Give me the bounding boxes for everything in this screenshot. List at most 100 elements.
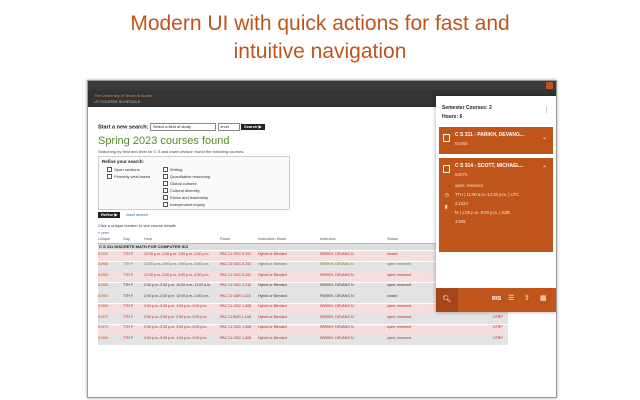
checkbox[interactable]	[107, 174, 112, 180]
copy-icon[interactable]	[443, 165, 450, 173]
checkbox[interactable]	[163, 195, 168, 201]
site-logo[interactable]: The University of Texas at Austin	[94, 93, 152, 98]
cell-hour: 12:30 p.m.-2:00 p.m. 2:00 p.m.-3:00 p.m.	[144, 262, 210, 266]
refine-option[interactable]: Writing	[163, 167, 182, 173]
col-room: Room	[220, 237, 231, 241]
col-mode: Instruction Mode	[258, 237, 287, 241]
copy-icon[interactable]	[443, 134, 450, 142]
trash-icon[interactable]: ▮	[445, 204, 447, 210]
checkbox[interactable]	[107, 167, 112, 173]
cell-unique[interactable]: 51970	[98, 315, 108, 319]
cell-room: PAC 21 GDC 2.210	[220, 283, 252, 287]
course-card[interactable]: C S 311 - PARIKH, DEVANG... 51950 ⌄	[439, 127, 553, 154]
cell-day: TTH F	[123, 335, 134, 340]
cell-room: PAC 21 GAR 3.116	[220, 293, 251, 298]
checkbox[interactable]	[163, 202, 168, 208]
cell-day: TTH F	[123, 251, 134, 256]
cell-unique[interactable]: 51980	[98, 336, 108, 340]
cell-flag: UTRP	[493, 314, 503, 319]
refine-option[interactable]: Ethics and leadership	[163, 195, 208, 201]
cell-mode: Hybrid or Blended	[258, 325, 287, 329]
cell-instructor: PARIKH, DEVANG N	[320, 262, 354, 266]
cell-unique[interactable]: 51940	[98, 252, 108, 256]
cell-day: TTH F	[123, 314, 134, 319]
card-room-1: 2.102A	[455, 201, 469, 206]
cell-instructor: PARIKH, DEVANG N	[320, 325, 354, 329]
level-select[interactable]: level	[217, 123, 240, 131]
col-day: Day	[123, 237, 130, 241]
cell-unique[interactable]: 51955	[98, 283, 108, 287]
export-icon[interactable]: ⇪	[524, 295, 530, 303]
refine-option[interactable]: Cultural diversity	[163, 188, 200, 194]
extension-icon[interactable]	[546, 82, 553, 89]
cell-mode: Hybrid or Blended	[258, 335, 287, 340]
reset-search-link[interactable]: reset search	[126, 212, 148, 218]
cell-status: open; reserved	[387, 262, 411, 266]
extension-panel: Semester Courses: 2 Hours: 6 ⋮ C S 311 -…	[436, 96, 556, 312]
cell-status: closed	[387, 293, 398, 298]
refine-option[interactable]: Global cultures	[163, 181, 197, 187]
results-subtitle: Searching by field and level for C S and…	[98, 149, 245, 154]
cell-hour: 2:00 p.m.-3:30 p.m. 3:00 p.m.-4:00 p.m.	[144, 325, 208, 329]
table-row[interactable]: 51980 TTH F 3:00 p.m.-3:30 p.m. 1:00 p.m.-…	[98, 335, 508, 345]
more-icon[interactable]: ⋮	[543, 106, 550, 114]
cell-unique[interactable]: 51965	[98, 304, 108, 308]
panel-toolbar: 🔍︎ RIS ☰ ⇪ ▦	[436, 288, 556, 312]
card-time-2: M | 1:00 p.m.-2:00 p.m. | SZB	[455, 210, 510, 215]
cell-room: PAC 21 GDC 6.202	[220, 262, 252, 266]
browser-screenshot: The University of Texas at Austin UT COU…	[87, 80, 557, 398]
cell-mode: Hybrid or Blended	[258, 283, 287, 287]
col-instructor: Instructor	[320, 237, 336, 241]
cell-status: open; reserved	[387, 335, 411, 340]
cell-unique[interactable]: 51945	[98, 262, 108, 266]
table-row[interactable]: 51970 TTH F 2:00 p.m.-3:30 p.m. 2:00 p.m.-…	[98, 314, 508, 324]
checkbox[interactable]	[163, 174, 168, 180]
refine-option[interactable]: Open sections	[107, 167, 140, 173]
field-of-study-select[interactable]: Select a field of study	[149, 123, 216, 131]
chevron-up-icon[interactable]: ⌃	[542, 165, 547, 172]
cell-day: TTH F	[123, 325, 134, 329]
cell-day: TTH F	[123, 272, 134, 277]
checkbox[interactable]	[163, 167, 168, 173]
card-title: C S 314 - SCOTT, MICHAEL...	[455, 163, 524, 169]
course-card[interactable]: C S 314 - SCOTT, MICHAEL... 52075 ⌃ open…	[439, 158, 553, 252]
table-row[interactable]: 51975 TTH F 2:00 p.m.-3:30 p.m. 3:00 p.m.-…	[98, 324, 508, 335]
col-status: Status	[387, 237, 398, 241]
cell-hour: 12:30 p.m.-2:00 p.m. 3:00 p.m.-4:00 p.m.	[144, 272, 210, 277]
prev-link[interactable]: « prev	[98, 230, 109, 235]
browser-top-bar	[88, 81, 556, 90]
cell-instructor: PARIKH, DEVANG N	[320, 283, 354, 287]
search-icon[interactable]: 🔍︎	[436, 288, 458, 312]
refine-option[interactable]: Quantitative reasoning	[163, 174, 210, 180]
list-icon[interactable]: ☰	[508, 295, 514, 303]
cell-instructor: PARIKH, DEVANG N	[320, 304, 354, 308]
calendar-icon[interactable]: ▦	[540, 295, 547, 303]
refine-option[interactable]: Primarily web-based	[107, 174, 150, 180]
cell-status: open; reserved	[387, 314, 411, 319]
checkbox[interactable]	[163, 188, 168, 194]
headline: Modern UI with quick actions for fast an…	[0, 10, 640, 66]
cell-room: PAC 21 GDC 6.202	[220, 251, 252, 256]
card-title: C S 311 - PARIKH, DEVANG...	[455, 132, 524, 138]
clock-icon: ◷	[445, 192, 449, 197]
checkbox[interactable]	[163, 181, 168, 187]
cell-room: PAC 21 BUR 1.108	[220, 314, 251, 319]
cell-status: open; reserved	[387, 304, 411, 308]
cell-unique[interactable]: 51950	[98, 273, 108, 277]
ris-button[interactable]: RIS	[492, 296, 501, 302]
cell-mode: Hybrid or Blended	[258, 251, 287, 256]
headline-line2: intuitive navigation	[233, 40, 407, 63]
cell-room: PAC 21 GDC 1.406	[220, 304, 252, 308]
cell-instructor: PARIKH, DEVANG N	[320, 251, 354, 256]
cell-unique[interactable]: 51975	[98, 325, 108, 329]
cell-room: PAC 21 GDC 6.202	[220, 272, 252, 277]
refine-button[interactable]: Refine ▶	[98, 212, 121, 218]
col-hour: Hour	[144, 237, 153, 241]
refine-option[interactable]: Independent inquiry	[163, 202, 205, 208]
chevron-down-icon[interactable]: ⌄	[542, 134, 547, 141]
cell-mode: Hybrid or Blended	[258, 314, 287, 319]
cell-unique[interactable]: 51960	[98, 294, 108, 298]
col-unique: Unique	[98, 237, 111, 241]
search-button[interactable]: Search ▶	[241, 124, 265, 130]
cell-hour: 3:00 p.m.-3:30 p.m. 1:00 p.m.-2:00 p.m.	[144, 335, 208, 340]
